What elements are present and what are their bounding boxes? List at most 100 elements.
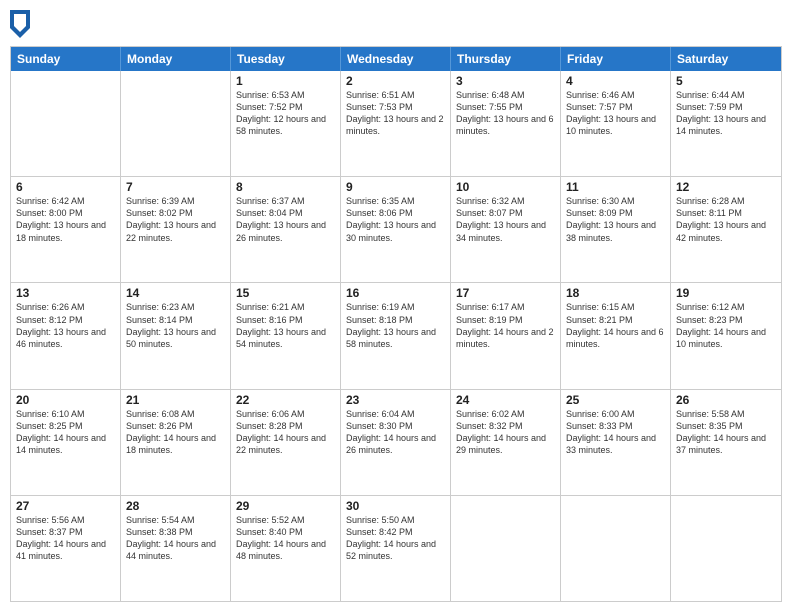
cal-cell-w2-d3: 16Sunrise: 6:19 AM Sunset: 8:18 PM Dayli… bbox=[341, 283, 451, 388]
day-info: Sunrise: 6:00 AM Sunset: 8:33 PM Dayligh… bbox=[566, 408, 665, 457]
day-number: 22 bbox=[236, 393, 335, 407]
day-info: Sunrise: 6:46 AM Sunset: 7:57 PM Dayligh… bbox=[566, 89, 665, 138]
cal-cell-w1-d0: 6Sunrise: 6:42 AM Sunset: 8:00 PM Daylig… bbox=[11, 177, 121, 282]
day-info: Sunrise: 6:51 AM Sunset: 7:53 PM Dayligh… bbox=[346, 89, 445, 138]
cal-cell-w0-d3: 2Sunrise: 6:51 AM Sunset: 7:53 PM Daylig… bbox=[341, 71, 451, 176]
cal-cell-w4-d1: 28Sunrise: 5:54 AM Sunset: 8:38 PM Dayli… bbox=[121, 496, 231, 601]
cal-cell-w0-d6: 5Sunrise: 6:44 AM Sunset: 7:59 PM Daylig… bbox=[671, 71, 781, 176]
day-number: 4 bbox=[566, 74, 665, 88]
cal-cell-w3-d5: 25Sunrise: 6:00 AM Sunset: 8:33 PM Dayli… bbox=[561, 390, 671, 495]
week-row-3: 20Sunrise: 6:10 AM Sunset: 8:25 PM Dayli… bbox=[11, 389, 781, 495]
day-info: Sunrise: 5:56 AM Sunset: 8:37 PM Dayligh… bbox=[16, 514, 115, 563]
day-info: Sunrise: 6:17 AM Sunset: 8:19 PM Dayligh… bbox=[456, 301, 555, 350]
cal-cell-w0-d1 bbox=[121, 71, 231, 176]
logo-icon bbox=[10, 10, 30, 38]
day-info: Sunrise: 6:30 AM Sunset: 8:09 PM Dayligh… bbox=[566, 195, 665, 244]
day-info: Sunrise: 6:10 AM Sunset: 8:25 PM Dayligh… bbox=[16, 408, 115, 457]
day-number: 19 bbox=[676, 286, 776, 300]
cal-cell-w4-d0: 27Sunrise: 5:56 AM Sunset: 8:37 PM Dayli… bbox=[11, 496, 121, 601]
cal-cell-w4-d3: 30Sunrise: 5:50 AM Sunset: 8:42 PM Dayli… bbox=[341, 496, 451, 601]
header-monday: Monday bbox=[121, 47, 231, 71]
day-info: Sunrise: 5:52 AM Sunset: 8:40 PM Dayligh… bbox=[236, 514, 335, 563]
day-info: Sunrise: 6:12 AM Sunset: 8:23 PM Dayligh… bbox=[676, 301, 776, 350]
cal-cell-w1-d1: 7Sunrise: 6:39 AM Sunset: 8:02 PM Daylig… bbox=[121, 177, 231, 282]
day-number: 28 bbox=[126, 499, 225, 513]
cal-cell-w3-d6: 26Sunrise: 5:58 AM Sunset: 8:35 PM Dayli… bbox=[671, 390, 781, 495]
calendar-header: Sunday Monday Tuesday Wednesday Thursday… bbox=[11, 47, 781, 71]
day-info: Sunrise: 6:23 AM Sunset: 8:14 PM Dayligh… bbox=[126, 301, 225, 350]
week-row-0: 1Sunrise: 6:53 AM Sunset: 7:52 PM Daylig… bbox=[11, 71, 781, 176]
cal-cell-w3-d4: 24Sunrise: 6:02 AM Sunset: 8:32 PM Dayli… bbox=[451, 390, 561, 495]
day-number: 16 bbox=[346, 286, 445, 300]
day-number: 2 bbox=[346, 74, 445, 88]
day-info: Sunrise: 6:53 AM Sunset: 7:52 PM Dayligh… bbox=[236, 89, 335, 138]
week-row-1: 6Sunrise: 6:42 AM Sunset: 8:00 PM Daylig… bbox=[11, 176, 781, 282]
cal-cell-w2-d0: 13Sunrise: 6:26 AM Sunset: 8:12 PM Dayli… bbox=[11, 283, 121, 388]
week-row-2: 13Sunrise: 6:26 AM Sunset: 8:12 PM Dayli… bbox=[11, 282, 781, 388]
header-saturday: Saturday bbox=[671, 47, 781, 71]
day-info: Sunrise: 6:28 AM Sunset: 8:11 PM Dayligh… bbox=[676, 195, 776, 244]
day-number: 7 bbox=[126, 180, 225, 194]
day-number: 5 bbox=[676, 74, 776, 88]
page: Sunday Monday Tuesday Wednesday Thursday… bbox=[0, 0, 792, 612]
day-number: 9 bbox=[346, 180, 445, 194]
cal-cell-w0-d2: 1Sunrise: 6:53 AM Sunset: 7:52 PM Daylig… bbox=[231, 71, 341, 176]
day-info: Sunrise: 5:50 AM Sunset: 8:42 PM Dayligh… bbox=[346, 514, 445, 563]
header-thursday: Thursday bbox=[451, 47, 561, 71]
cal-cell-w0-d5: 4Sunrise: 6:46 AM Sunset: 7:57 PM Daylig… bbox=[561, 71, 671, 176]
cal-cell-w4-d6 bbox=[671, 496, 781, 601]
day-info: Sunrise: 6:02 AM Sunset: 8:32 PM Dayligh… bbox=[456, 408, 555, 457]
day-number: 10 bbox=[456, 180, 555, 194]
day-number: 6 bbox=[16, 180, 115, 194]
day-number: 15 bbox=[236, 286, 335, 300]
day-number: 27 bbox=[16, 499, 115, 513]
day-number: 14 bbox=[126, 286, 225, 300]
cal-cell-w2-d5: 18Sunrise: 6:15 AM Sunset: 8:21 PM Dayli… bbox=[561, 283, 671, 388]
day-info: Sunrise: 6:06 AM Sunset: 8:28 PM Dayligh… bbox=[236, 408, 335, 457]
week-row-4: 27Sunrise: 5:56 AM Sunset: 8:37 PM Dayli… bbox=[11, 495, 781, 601]
cal-cell-w2-d1: 14Sunrise: 6:23 AM Sunset: 8:14 PM Dayli… bbox=[121, 283, 231, 388]
day-info: Sunrise: 6:15 AM Sunset: 8:21 PM Dayligh… bbox=[566, 301, 665, 350]
day-number: 26 bbox=[676, 393, 776, 407]
cal-cell-w1-d6: 12Sunrise: 6:28 AM Sunset: 8:11 PM Dayli… bbox=[671, 177, 781, 282]
day-info: Sunrise: 6:19 AM Sunset: 8:18 PM Dayligh… bbox=[346, 301, 445, 350]
header-wednesday: Wednesday bbox=[341, 47, 451, 71]
day-info: Sunrise: 6:39 AM Sunset: 8:02 PM Dayligh… bbox=[126, 195, 225, 244]
day-info: Sunrise: 6:35 AM Sunset: 8:06 PM Dayligh… bbox=[346, 195, 445, 244]
header bbox=[10, 10, 782, 38]
cal-cell-w4-d5 bbox=[561, 496, 671, 601]
cal-cell-w4-d4 bbox=[451, 496, 561, 601]
cal-cell-w3-d3: 23Sunrise: 6:04 AM Sunset: 8:30 PM Dayli… bbox=[341, 390, 451, 495]
day-number: 1 bbox=[236, 74, 335, 88]
day-number: 3 bbox=[456, 74, 555, 88]
day-info: Sunrise: 6:37 AM Sunset: 8:04 PM Dayligh… bbox=[236, 195, 335, 244]
day-info: Sunrise: 6:48 AM Sunset: 7:55 PM Dayligh… bbox=[456, 89, 555, 138]
header-friday: Friday bbox=[561, 47, 671, 71]
day-info: Sunrise: 6:21 AM Sunset: 8:16 PM Dayligh… bbox=[236, 301, 335, 350]
day-number: 13 bbox=[16, 286, 115, 300]
day-info: Sunrise: 6:42 AM Sunset: 8:00 PM Dayligh… bbox=[16, 195, 115, 244]
header-sunday: Sunday bbox=[11, 47, 121, 71]
cal-cell-w3-d2: 22Sunrise: 6:06 AM Sunset: 8:28 PM Dayli… bbox=[231, 390, 341, 495]
calendar: Sunday Monday Tuesday Wednesday Thursday… bbox=[10, 46, 782, 602]
cal-cell-w1-d2: 8Sunrise: 6:37 AM Sunset: 8:04 PM Daylig… bbox=[231, 177, 341, 282]
cal-cell-w0-d0 bbox=[11, 71, 121, 176]
day-number: 29 bbox=[236, 499, 335, 513]
cal-cell-w2-d6: 19Sunrise: 6:12 AM Sunset: 8:23 PM Dayli… bbox=[671, 283, 781, 388]
day-info: Sunrise: 6:26 AM Sunset: 8:12 PM Dayligh… bbox=[16, 301, 115, 350]
cal-cell-w1-d3: 9Sunrise: 6:35 AM Sunset: 8:06 PM Daylig… bbox=[341, 177, 451, 282]
day-number: 23 bbox=[346, 393, 445, 407]
day-number: 30 bbox=[346, 499, 445, 513]
cal-cell-w3-d1: 21Sunrise: 6:08 AM Sunset: 8:26 PM Dayli… bbox=[121, 390, 231, 495]
cal-cell-w1-d5: 11Sunrise: 6:30 AM Sunset: 8:09 PM Dayli… bbox=[561, 177, 671, 282]
day-number: 25 bbox=[566, 393, 665, 407]
day-info: Sunrise: 5:54 AM Sunset: 8:38 PM Dayligh… bbox=[126, 514, 225, 563]
day-number: 20 bbox=[16, 393, 115, 407]
day-info: Sunrise: 6:44 AM Sunset: 7:59 PM Dayligh… bbox=[676, 89, 776, 138]
day-number: 24 bbox=[456, 393, 555, 407]
day-info: Sunrise: 5:58 AM Sunset: 8:35 PM Dayligh… bbox=[676, 408, 776, 457]
header-tuesday: Tuesday bbox=[231, 47, 341, 71]
cal-cell-w1-d4: 10Sunrise: 6:32 AM Sunset: 8:07 PM Dayli… bbox=[451, 177, 561, 282]
day-info: Sunrise: 6:32 AM Sunset: 8:07 PM Dayligh… bbox=[456, 195, 555, 244]
cal-cell-w2-d4: 17Sunrise: 6:17 AM Sunset: 8:19 PM Dayli… bbox=[451, 283, 561, 388]
